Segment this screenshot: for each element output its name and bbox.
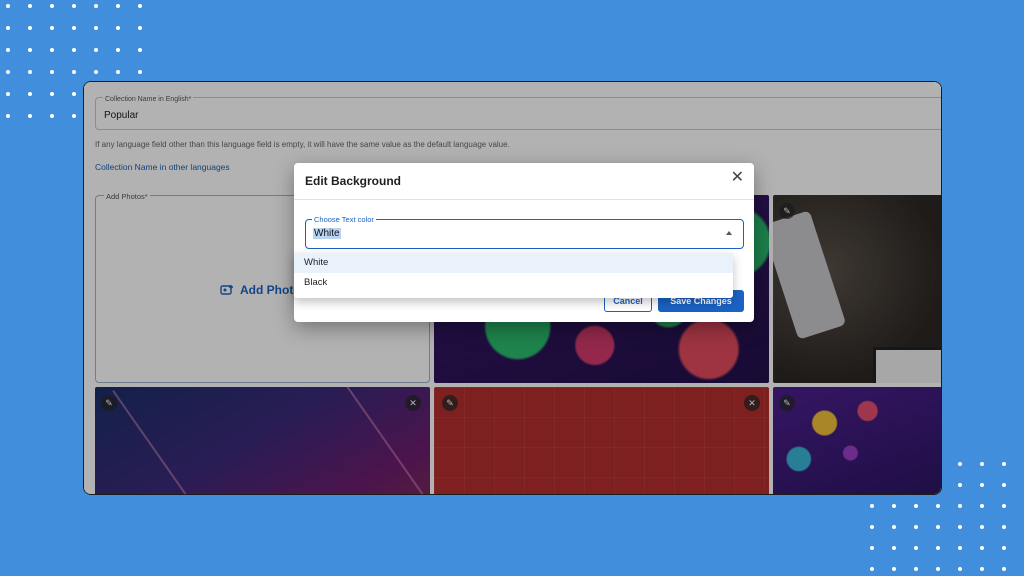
text-color-value: White	[313, 228, 341, 239]
option-white[interactable]: White	[294, 253, 733, 273]
app-screenshot-frame: Collection Name in English* Popular If a…	[83, 81, 942, 495]
text-color-label: Choose Text color	[312, 215, 376, 224]
close-icon[interactable]: ✕	[731, 170, 744, 186]
option-black[interactable]: Black	[294, 273, 733, 293]
dialog-title: Edit Background	[305, 174, 402, 188]
edit-background-dialog: Edit Background ✕ Choose Text color Whit…	[294, 163, 754, 322]
dialog-divider	[294, 199, 754, 200]
caret-up-icon[interactable]	[726, 231, 732, 235]
text-color-options: White Black	[294, 253, 733, 298]
